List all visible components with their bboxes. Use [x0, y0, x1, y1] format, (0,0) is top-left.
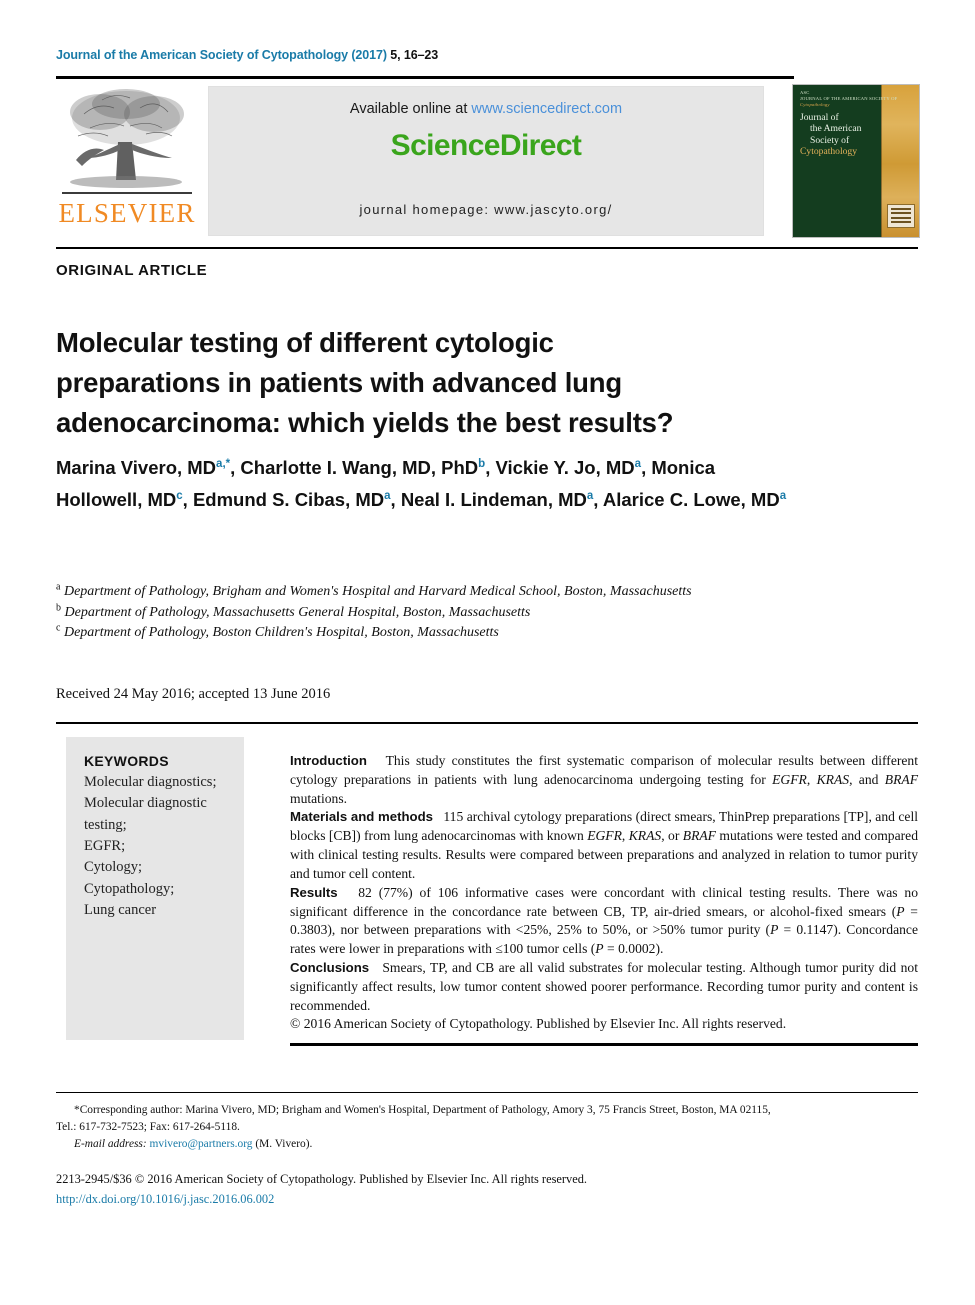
- abstract-section: Conclusions Smears, TP, and CB are all v…: [290, 959, 918, 1015]
- abstract-italic: P: [595, 941, 604, 957]
- keywords-heading: KEYWORDS: [84, 753, 169, 769]
- masthead: ELSEVIER Available online at www.science…: [56, 84, 920, 239]
- email-link[interactable]: mvivero@partners.org: [150, 1138, 253, 1150]
- affiliation-mark: a: [56, 581, 61, 593]
- author-name: Alarice C. Lowe, MD: [602, 488, 780, 510]
- page-title: Molecular testing of different cytologic…: [56, 327, 674, 438]
- keywords-list: Molecular diagnostics; Molecular diagnost…: [84, 772, 232, 921]
- author-affiliation-mark: c: [176, 489, 183, 502]
- author-affiliation-mark: a: [384, 489, 391, 502]
- abstract-section-heading: Materials and methods: [290, 809, 434, 825]
- keyword-item: Cytology;: [84, 859, 143, 876]
- doi-link[interactable]: http://dx.doi.org/10.1016/j.jasc.2016.06…: [56, 1192, 274, 1207]
- author-name: Charlotte I. Wang, MD, PhD: [240, 457, 479, 478]
- abstract-italic: KRAS: [816, 771, 850, 787]
- corresponding-line-1: *Corresponding author: Marina Vivero, MD…: [74, 1104, 771, 1116]
- author-affiliation-mark: a: [586, 489, 594, 502]
- sciencedirect-url-link[interactable]: www.sciencedirect.com: [471, 101, 622, 117]
- cover-title-line3: Society of: [810, 134, 850, 146]
- sciencedirect-banner: Available online at www.sciencedirect.co…: [208, 86, 764, 236]
- cover-title: Journal of the American Society of Cytop…: [800, 112, 878, 157]
- keyword-item: testing;: [84, 816, 127, 833]
- article-history: Received 24 May 2016; accepted 13 June 2…: [56, 686, 331, 702]
- keyword-item: Cytopathology;: [84, 880, 175, 897]
- running-head-journal: Journal of the American Society of Cytop…: [56, 48, 391, 62]
- abstract-section-body: Smears, TP, and CB are all valid substra…: [290, 959, 918, 1013]
- author-name: Marina Vivero, MD: [56, 457, 217, 478]
- abstract-rights: © 2016 American Society of Cytopathology…: [290, 1016, 787, 1032]
- abstract-italic: KRAS: [628, 828, 662, 844]
- affiliation-text: Department of Pathology, Brigham and Wom…: [63, 584, 692, 599]
- affiliation-item: b Department of Pathology, Massachusetts…: [56, 601, 756, 624]
- abstract-divider-top: [56, 722, 918, 724]
- author-name: Edmund S. Cibas, MD: [192, 488, 385, 510]
- header-divider-top: [56, 76, 794, 79]
- abstract-section-heading: Results: [290, 884, 338, 900]
- affiliation-mark: b: [56, 601, 61, 613]
- affiliation-item: a Department of Pathology, Brigham and W…: [56, 582, 756, 603]
- cover-title-line1: Journal of: [800, 112, 839, 123]
- abstract-italic: EGFR: [772, 771, 807, 787]
- author-name: Neal I. Lindeman, MD: [400, 488, 587, 510]
- abstract-section: Materials and methods 115 archival cytol…: [290, 808, 918, 883]
- cover-publisher-badge-icon: [887, 204, 915, 228]
- author-list: Marina Vivero, MDa,*, Charlotte I. Wang,…: [56, 457, 787, 510]
- author-affiliation-mark: a,*: [216, 457, 231, 470]
- available-online-prefix: Available online at: [349, 101, 472, 117]
- abstract-italic: P: [896, 903, 905, 919]
- affiliation-text: Department of Pathology, Massachusetts G…: [64, 604, 531, 620]
- keyword-item: Lung cancer: [84, 901, 157, 918]
- email-note: E-mail address: mvivero@partners.org (M.…: [56, 1138, 918, 1150]
- abstract-italic: BRAF: [884, 771, 918, 787]
- author-affiliation-mark: a: [779, 489, 787, 502]
- abstract-italic: BRAF: [682, 828, 716, 844]
- affiliation-list: a Department of Pathology, Brigham and W…: [56, 582, 756, 644]
- running-head: Journal of the American Society of Cytop…: [56, 48, 438, 62]
- abstract-italic: P: [770, 922, 779, 938]
- abstract-divider-bottom: [290, 1043, 918, 1046]
- running-head-volume-pages: 5, 16–23: [390, 48, 439, 62]
- cover-title-line4: Cytopathology: [800, 145, 858, 157]
- keyword-item: Molecular diagnostic: [84, 795, 207, 812]
- abstract: Introduction This study constitutes the …: [290, 752, 918, 1034]
- abstract-section: Results 82 (77%) of 106 informative case…: [290, 884, 918, 959]
- abstract-section-body: This study constitutes the first systema…: [290, 753, 918, 806]
- elsevier-wordmark: ELSEVIER: [58, 198, 196, 228]
- keywords-panel: KEYWORDS Molecular diagnostics; Molecular…: [66, 737, 244, 1040]
- author-affiliation-mark: b: [478, 457, 486, 470]
- abstract-section-heading: Introduction: [290, 753, 367, 768]
- elsevier-tree-icon: [56, 84, 196, 196]
- article-type-label: ORIGINAL ARTICLE: [56, 262, 208, 279]
- affiliation-item: c Department of Pathology, Boston Childr…: [56, 623, 756, 644]
- issn-copyright: 2213-2945/$36 © 2016 American Society of…: [56, 1172, 587, 1186]
- corresponding-line-2: Tel.: 617-732-7523; Fax: 617-264-5118.: [56, 1121, 240, 1134]
- abstract-section-body: 82 (77%) of 106 informative cases were c…: [290, 884, 918, 957]
- abstract-italic: EGFR: [587, 828, 622, 844]
- affiliation-text: Department of Pathology, Boston Children…: [63, 625, 499, 641]
- corresponding-author-note: *Corresponding author: Marina Vivero, MD…: [56, 1102, 918, 1136]
- journal-cover-thumbnail[interactable]: ASC JOURNAL OF THE AMERICAN SOCIETY OF C…: [792, 84, 920, 238]
- keyword-item: Molecular diagnostics;: [84, 774, 217, 790]
- sciencedirect-logo[interactable]: ScienceDirect: [209, 129, 763, 163]
- article-header-divider: [56, 247, 918, 249]
- email-label: E-mail address:: [74, 1138, 147, 1150]
- cover-label-line3: Cytopathology: [800, 102, 830, 108]
- available-online-line: Available online at www.sciencedirect.co…: [209, 101, 763, 117]
- keyword-item: EGFR;: [84, 837, 126, 854]
- abstract-section-heading: Conclusions: [290, 959, 370, 975]
- affiliation-mark: c: [56, 622, 61, 634]
- abstract-section: Introduction This study constitutes the …: [290, 752, 918, 808]
- journal-homepage-link[interactable]: journal homepage: www.jascyto.org/: [209, 202, 763, 217]
- elsevier-tree-baseline: [62, 192, 192, 194]
- email-suffix: (M. Vivero).: [255, 1138, 313, 1150]
- cover-title-line2: the American: [810, 123, 862, 135]
- author-affiliation-mark: a: [634, 457, 642, 470]
- author-name: Vickie Y. Jo, MD: [495, 457, 635, 478]
- cover-masthead-label: ASC JOURNAL OF THE AMERICAN SOCIETY OF C…: [800, 90, 897, 109]
- elsevier-logo: ELSEVIER: [56, 84, 204, 239]
- footnote-divider: [56, 1092, 918, 1093]
